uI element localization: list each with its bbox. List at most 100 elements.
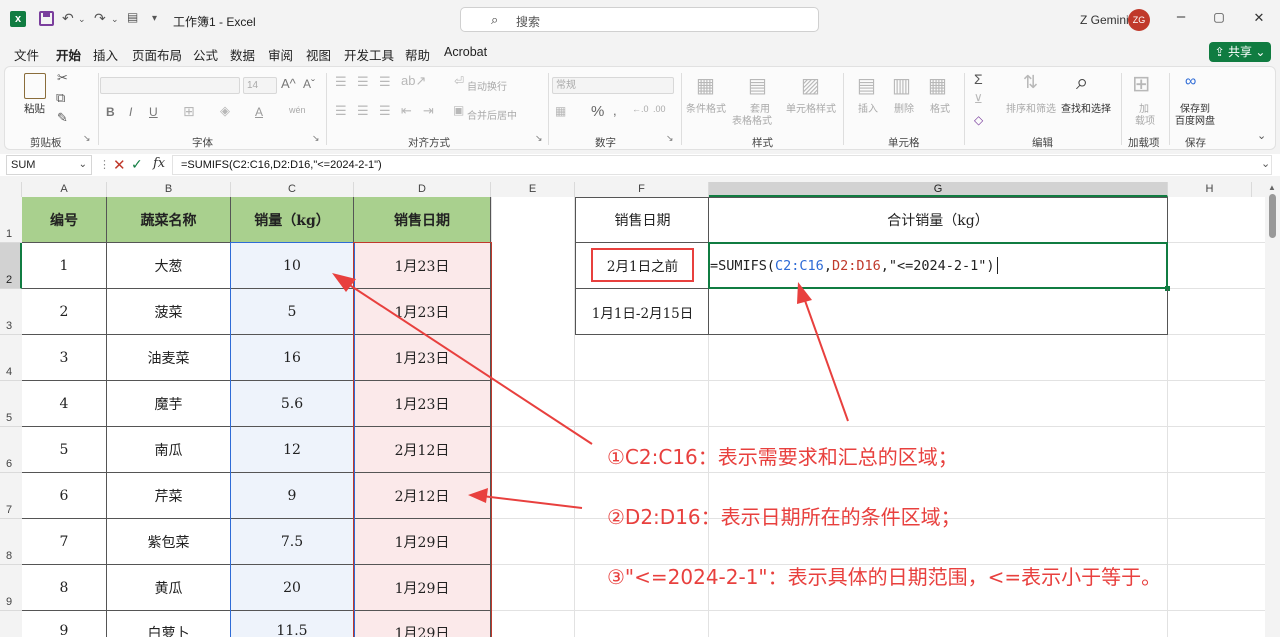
formula-input[interactable]: =SUMIFS(C2:C16,D2:D16,"<=2024-2-1") <box>172 155 1272 175</box>
row-header-1[interactable]: 1 <box>0 197 22 243</box>
name-box[interactable]: SUM ⌄ <box>6 155 92 175</box>
font-size-dropdown[interactable]: 14 <box>243 77 277 94</box>
summary-cell-jan1-feb15[interactable]: 1月1日-2月15日 <box>575 289 709 335</box>
conditional-format-label[interactable]: 条件格式 <box>686 100 726 115</box>
addins-icon[interactable]: ⊞ <box>1132 71 1150 97</box>
orientation-icon[interactable]: ab↗ <box>401 73 426 89</box>
undo-dropdown-icon[interactable]: ⌄ <box>78 14 86 25</box>
search-box[interactable]: ⌕ 搜索 <box>460 7 819 32</box>
baidu-save-label-2[interactable]: 百度网盘 <box>1175 112 1215 127</box>
insert-cells-icon[interactable]: ▤ <box>857 73 876 98</box>
autosum-icon[interactable]: Σ <box>974 71 983 87</box>
column-header-b[interactable]: B <box>107 182 231 197</box>
table-cell[interactable]: 1月29日 <box>354 565 491 611</box>
wrap-text-icon[interactable]: ⏎ <box>454 74 464 88</box>
row-header-6[interactable]: 6 <box>0 427 22 473</box>
delete-cells-label[interactable]: 删除 <box>894 100 914 115</box>
table-cell[interactable]: 1月23日 <box>354 243 491 289</box>
undo-icon[interactable]: ↶ <box>62 10 74 27</box>
tab-data[interactable]: 数据 <box>230 45 255 64</box>
number-format-dropdown[interactable]: 常规 <box>552 77 674 94</box>
clear-icon[interactable]: ◇ <box>974 113 983 127</box>
wrap-text-label[interactable]: 自动换行 <box>467 78 507 93</box>
row-header-7[interactable]: 7 <box>0 473 22 519</box>
align-top-icon[interactable]: ☰ <box>335 74 347 90</box>
format-table-label-2[interactable]: 表格格式 <box>732 112 772 127</box>
decrease-indent-icon[interactable]: ⇤ <box>401 103 412 119</box>
find-select-icon[interactable]: ⌕ <box>1076 69 1088 95</box>
table-cell[interactable]: 10 <box>231 243 354 289</box>
vertical-scrollbar[interactable]: ▲ <box>1265 182 1280 637</box>
table-cell[interactable]: 1月23日 <box>354 289 491 335</box>
table-cell[interactable]: 12 <box>231 427 354 473</box>
save-icon[interactable] <box>39 11 54 26</box>
number-launcher-icon[interactable]: ↘ <box>666 133 674 144</box>
table-cell[interactable]: 2月12日 <box>354 427 491 473</box>
baidu-cloud-icon[interactable]: ∞ <box>1185 73 1196 91</box>
form-icon[interactable]: ▤ <box>127 10 138 24</box>
row-header-10[interactable] <box>0 611 22 637</box>
summary-header-date[interactable]: 销售日期 <box>575 197 709 243</box>
summary-total-cell-row3[interactable] <box>708 289 1168 335</box>
table-cell[interactable]: 1月29日 <box>354 611 491 637</box>
tab-home[interactable]: 开始 <box>56 45 82 69</box>
font-launcher-icon[interactable]: ↘ <box>312 133 320 144</box>
row-header-8[interactable]: 8 <box>0 519 22 565</box>
avatar[interactable]: ZG <box>1128 9 1150 31</box>
table-cell[interactable]: 魔芋 <box>107 381 231 427</box>
column-header-g[interactable]: G <box>709 182 1168 197</box>
row-header-3[interactable]: 3 <box>0 289 22 335</box>
table-header-quantity[interactable]: 销量（kg） <box>231 197 354 243</box>
table-cell[interactable]: 菠菜 <box>107 289 231 335</box>
percent-icon[interactable]: % <box>591 103 604 120</box>
table-cell[interactable]: 5.6 <box>231 381 354 427</box>
column-header-h[interactable]: H <box>1168 182 1252 197</box>
table-cell[interactable]: 白萝卜 <box>107 611 231 637</box>
table-cell[interactable]: 1月29日 <box>354 519 491 565</box>
increase-decimal-icon[interactable]: ←.0 <box>632 104 649 114</box>
table-header-name[interactable]: 蔬菜名称 <box>107 197 231 243</box>
row-header-9[interactable]: 9 <box>0 565 22 611</box>
font-grow-icon[interactable]: A^ <box>281 76 296 91</box>
tab-formulas[interactable]: 公式 <box>193 45 218 64</box>
format-painter-icon[interactable]: ✎ <box>57 110 68 126</box>
table-cell[interactable]: 2月12日 <box>354 473 491 519</box>
column-header-d[interactable]: D <box>354 182 491 197</box>
find-select-label[interactable]: 查找和选择 <box>1061 100 1111 115</box>
table-cell[interactable]: 11.5 <box>231 611 354 637</box>
collapse-ribbon-icon[interactable]: ⌄ <box>1257 129 1266 142</box>
italic-icon[interactable]: I <box>129 105 132 119</box>
table-cell[interactable]: 黄瓜 <box>107 565 231 611</box>
minimize-button[interactable]: – <box>1171 8 1191 25</box>
tab-file[interactable]: 文件 <box>14 45 39 64</box>
align-bottom-icon[interactable]: ☰ <box>379 74 391 90</box>
table-cell[interactable]: 芹菜 <box>107 473 231 519</box>
accounting-icon[interactable]: ▦ <box>555 104 566 118</box>
align-center-icon[interactable]: ☰ <box>357 103 369 119</box>
cancel-icon[interactable]: ✕ <box>113 156 126 174</box>
bold-icon[interactable]: B <box>106 105 115 119</box>
sort-filter-icon[interactable]: ⇅ <box>1023 72 1038 93</box>
table-cell[interactable]: 9 <box>22 611 107 637</box>
table-cell[interactable]: 16 <box>231 335 354 381</box>
copy-icon[interactable]: ⧉ <box>56 90 65 106</box>
table-cell[interactable]: 油麦菜 <box>107 335 231 381</box>
table-cell[interactable]: 大葱 <box>107 243 231 289</box>
restore-button[interactable]: ▢ <box>1209 10 1229 24</box>
row-header-2[interactable]: 2 <box>0 243 22 289</box>
table-cell[interactable]: 南瓜 <box>107 427 231 473</box>
cell-styles-icon[interactable]: ▨ <box>801 73 820 98</box>
font-color-icon[interactable]: A <box>255 105 263 119</box>
table-cell[interactable]: 6 <box>22 473 107 519</box>
enter-icon[interactable]: ✓ <box>131 156 143 173</box>
cut-icon[interactable]: ✂ <box>57 70 68 86</box>
table-cell[interactable]: 1 <box>22 243 107 289</box>
align-right-icon[interactable]: ☰ <box>379 103 391 119</box>
tab-help[interactable]: 帮助 <box>405 45 430 64</box>
format-table-icon[interactable]: ▤ <box>748 73 767 98</box>
column-header-a[interactable]: A <box>22 182 107 197</box>
decrease-decimal-icon[interactable]: .00 <box>653 104 666 114</box>
align-left-icon[interactable]: ☰ <box>335 103 347 119</box>
column-header-f[interactable]: F <box>575 182 709 197</box>
redo-dropdown-icon[interactable]: ⌄ <box>111 14 119 25</box>
